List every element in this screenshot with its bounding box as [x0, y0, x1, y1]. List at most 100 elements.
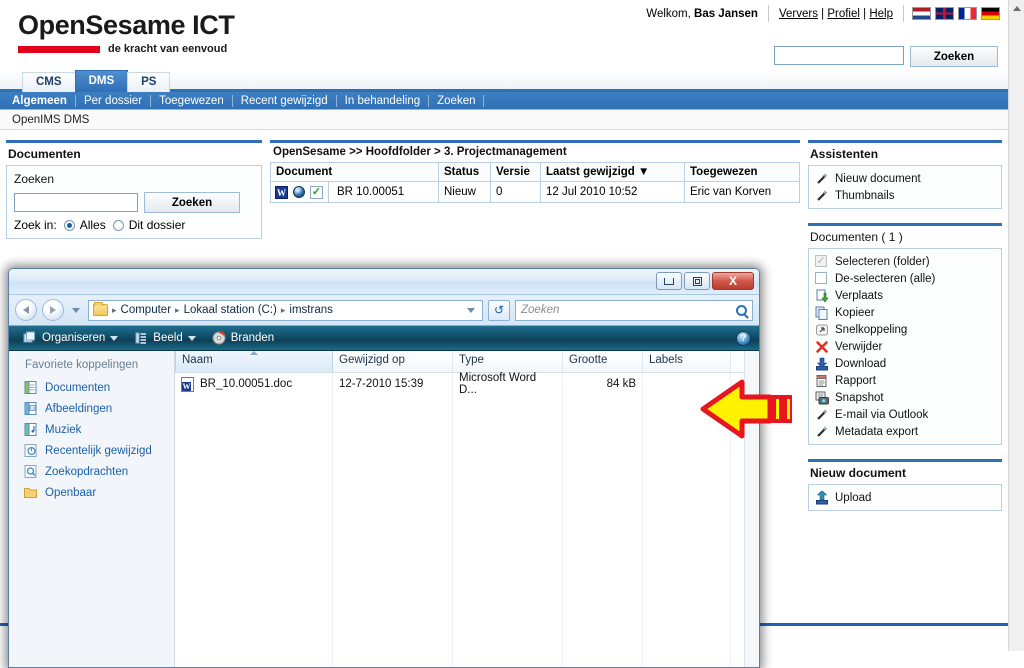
subnav-item-zoeken[interactable]: Zoeken: [429, 94, 485, 107]
subnav-item-recent-gewijzigd[interactable]: Recent gewijzigd: [233, 94, 337, 107]
public-folder-icon: [23, 485, 38, 500]
arrow-left-icon: [23, 306, 29, 314]
delete-x-icon: [815, 340, 829, 354]
explorer-titlebar[interactable]: X: [9, 269, 759, 295]
crumb-computer[interactable]: Computer: [121, 304, 172, 316]
link-profiel[interactable]: Profiel: [827, 8, 860, 20]
col-laatst-gewijzigd[interactable]: Laatst gewijzigd ▼: [540, 162, 685, 182]
toolbar-label: Branden: [230, 332, 275, 344]
cell-toegewezen: Eric van Korven: [684, 181, 800, 203]
tab-ps[interactable]: PS: [127, 72, 171, 92]
col-naam[interactable]: Naam: [175, 351, 333, 372]
action-rapport[interactable]: Rapport: [815, 372, 995, 389]
browser-scrollbar[interactable]: [1008, 0, 1024, 651]
word-icon[interactable]: W: [275, 185, 288, 199]
move-icon: [815, 289, 829, 303]
col-labels[interactable]: Labels: [643, 351, 731, 372]
subnav-item-toegewezen[interactable]: Toegewezen: [151, 94, 233, 107]
checkbox-checked-disabled-icon: [815, 254, 829, 269]
tab-cms[interactable]: CMS: [22, 72, 76, 92]
col-document[interactable]: Document: [270, 162, 439, 182]
documents-search-panel: Documenten Zoeken Zoeken Zoek in: Alles …: [6, 140, 262, 239]
flag-fr-icon[interactable]: [958, 7, 977, 20]
subnav-item-in-behandeling[interactable]: In behandeling: [337, 94, 430, 107]
burn-icon: [212, 331, 226, 345]
nav-item-muziek[interactable]: Muziek: [17, 419, 174, 440]
col-status[interactable]: Status: [438, 162, 491, 182]
nav-item-zoekopdrachten[interactable]: Zoekopdrachten: [17, 461, 174, 482]
action-metadata-export[interactable]: Metadata export: [815, 423, 995, 440]
nav-item-label: Afbeeldingen: [45, 402, 113, 415]
header-search-button[interactable]: Zoeken: [910, 46, 998, 67]
forward-button[interactable]: [42, 299, 64, 321]
maximize-button[interactable]: [684, 272, 710, 290]
nav-item-label: Zoekopdrachten: [45, 465, 129, 478]
crumb-imstrans[interactable]: imstrans: [289, 304, 332, 316]
action-snelkoppeling[interactable]: Snelkoppeling: [815, 321, 995, 338]
action-label: De-selecteren (alle): [835, 272, 936, 285]
explorer-search-box[interactable]: Zoeken: [515, 299, 753, 321]
minimize-button[interactable]: [656, 272, 682, 290]
left-search-input[interactable]: [14, 193, 138, 212]
header-search-input[interactable]: [774, 46, 904, 65]
link-help[interactable]: Help: [869, 8, 893, 20]
action-upload[interactable]: Upload: [815, 489, 995, 506]
col-versie[interactable]: Versie: [490, 162, 541, 182]
module-tabs: CMS DMS PS: [22, 70, 1008, 92]
chevron-down-icon: [187, 335, 196, 341]
globe-icon[interactable]: [293, 186, 305, 198]
toolbar-beeld[interactable]: Beeld: [128, 331, 201, 345]
address-dropdown-icon[interactable]: [467, 307, 475, 313]
col-gewijzigd-op[interactable]: Gewijzigd op: [333, 351, 453, 372]
document-name[interactable]: BR 10.00051: [329, 186, 404, 198]
assist-item-thumbnails[interactable]: Thumbnails: [815, 187, 995, 204]
action-verwijder[interactable]: Verwijder: [815, 338, 995, 355]
flag-de-icon[interactable]: [981, 7, 1000, 20]
action-kopieer[interactable]: Kopieer: [815, 304, 995, 321]
flag-nl-icon[interactable]: [912, 7, 931, 20]
col-type[interactable]: Type: [453, 351, 563, 372]
table-row[interactable]: W ✓ BR 10.00051 Nieuw 0 12 Jul 2010 10:5…: [270, 181, 800, 203]
crumb-lokaal-station[interactable]: Lokaal station (C:): [184, 304, 277, 316]
col-toegewezen[interactable]: Toegewezen: [684, 162, 800, 182]
address-breadcrumb-bar[interactable]: ▸ Computer ▸ Lokaal station (C:) ▸ imstr…: [88, 299, 483, 321]
radio-alles-label: Alles: [79, 218, 106, 232]
action-email-via-outlook[interactable]: E-mail via Outlook: [815, 406, 995, 423]
left-search-button[interactable]: Zoeken: [144, 192, 240, 213]
nav-item-label: Openbaar: [45, 486, 97, 499]
back-button[interactable]: [15, 299, 37, 321]
crumb-separator: ▸: [175, 304, 180, 315]
close-button[interactable]: X: [712, 272, 754, 290]
subnav-item-per-dossier[interactable]: Per dossier: [76, 94, 152, 107]
site-logo[interactable]: OpenSesame ICT de kracht van eenvoud: [18, 10, 235, 55]
col-grootte[interactable]: Grootte: [563, 351, 643, 372]
action-snapshot[interactable]: Snapshot: [815, 389, 995, 406]
action-selecteren-folder[interactable]: Selecteren (folder): [815, 253, 995, 270]
word-doc-icon: [181, 376, 194, 392]
refresh-button[interactable]: ↺: [488, 299, 510, 321]
header-links: Ververs | Profiel | Help: [778, 7, 893, 20]
link-ververs[interactable]: Ververs: [779, 8, 818, 20]
nav-item-afbeeldingen[interactable]: Afbeeldingen: [17, 398, 174, 419]
history-dropdown-icon[interactable]: [72, 307, 80, 313]
windows-explorer-window[interactable]: X ▸ Computer ▸ Lokaal station (C:) ▸ ims…: [8, 268, 760, 668]
action-download[interactable]: Download: [815, 355, 995, 372]
nav-item-recentelijk-gewijzigd[interactable]: Recentelijk gewijzigd: [17, 440, 174, 461]
flag-uk-icon[interactable]: [935, 7, 954, 20]
help-icon[interactable]: ?: [736, 330, 751, 346]
assist-item-nieuw-document[interactable]: Nieuw document: [815, 170, 995, 187]
nav-item-openbaar[interactable]: Openbaar: [17, 482, 174, 503]
action-de-selecteren-alle[interactable]: De-selecteren (alle): [815, 270, 995, 287]
yellow-left-arrow-icon: [700, 379, 773, 439]
file-row[interactable]: BR_10.00051.doc 12-7-2010 15:39 Microsof…: [175, 372, 759, 396]
scrollbar-up-arrow[interactable]: [1009, 0, 1024, 16]
radio-dit-dossier[interactable]: [112, 219, 124, 231]
approved-check-icon[interactable]: ✓: [310, 185, 323, 199]
tab-dms[interactable]: DMS: [74, 70, 129, 92]
radio-alles[interactable]: [63, 219, 75, 231]
action-verplaats[interactable]: Verplaats: [815, 287, 995, 304]
subnav-item-algemeen[interactable]: Algemeen: [4, 94, 76, 107]
toolbar-organiseren[interactable]: Organiseren: [17, 331, 124, 345]
toolbar-branden[interactable]: Branden: [206, 331, 280, 345]
nav-item-documenten[interactable]: Documenten: [17, 377, 174, 398]
